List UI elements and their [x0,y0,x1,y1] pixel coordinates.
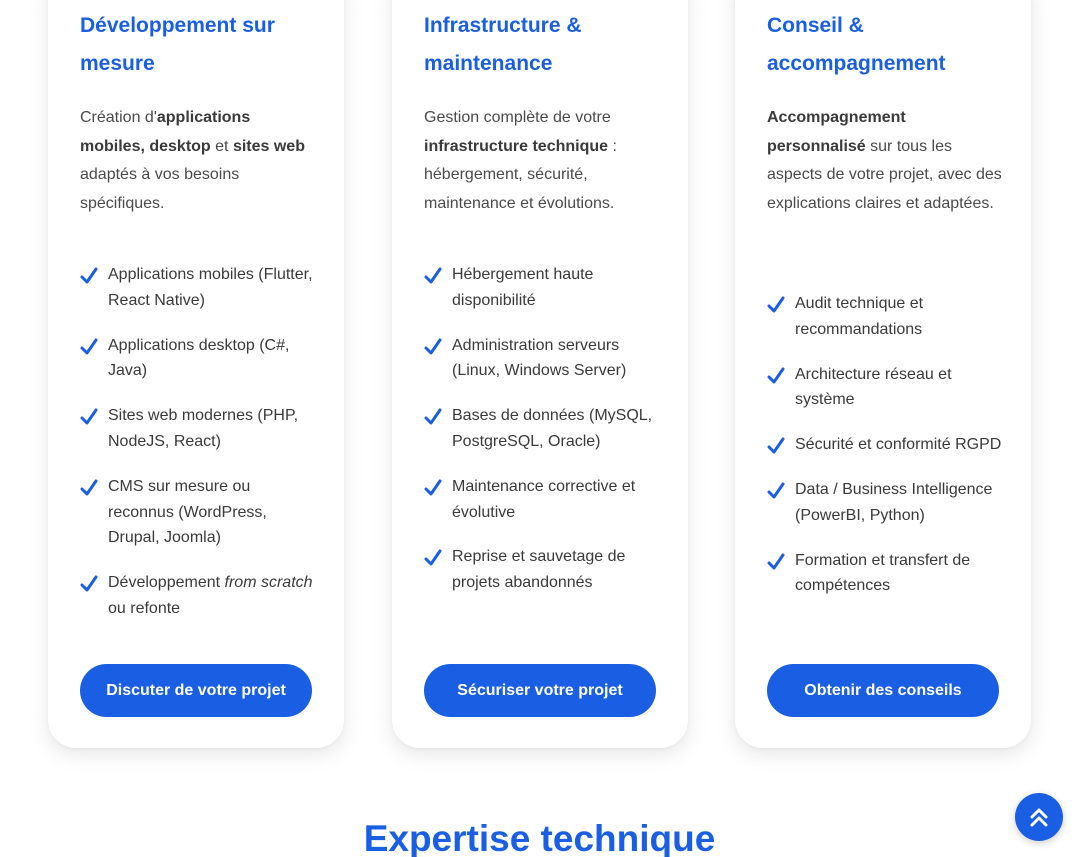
feature-list: Hébergement haute disponibilité Administ… [424,262,660,615]
check-icon [424,408,442,425]
feature-item: Administration serveurs (Linux, Windows … [424,333,660,385]
service-card-infrastructure: Infrastructure & maintenance Gestion com… [392,0,688,748]
check-icon [80,338,98,355]
secure-project-button[interactable]: Sécuriser votre projet [424,664,656,717]
feature-item: Sites web modernes (PHP, NodeJS, React) [80,403,316,455]
card-title: Conseil & accompagnement [767,14,946,75]
services-page: Développement sur mesure Création d'appl… [0,0,1079,857]
check-icon [767,367,785,384]
discuss-project-button[interactable]: Discuter de votre projet [80,664,312,717]
feature-list: Applications mobiles (Flutter, React Nat… [80,262,316,641]
check-icon [424,267,442,284]
feature-item: Applications mobiles (Flutter, React Nat… [80,262,316,314]
feature-item: Développement from scratch ou refonte [80,570,316,622]
check-icon [80,267,98,284]
card-description: Accompagnement personnalisé sur tous les… [767,109,1002,212]
check-icon [80,575,98,592]
scroll-to-top-button[interactable] [1015,793,1063,841]
service-card-development: Développement sur mesure Création d'appl… [48,0,344,748]
check-icon [80,479,98,496]
card-title: Développement sur mesure [80,14,275,75]
check-icon [767,437,785,454]
double-chevron-up-icon [1030,808,1048,827]
card-description: Création d'applications mobiles, desktop… [80,109,305,212]
feature-item: Applications desktop (C#, Java) [80,333,316,385]
feature-item: Maintenance corrective et évolutive [424,474,660,526]
get-advice-button[interactable]: Obtenir des conseils [767,664,999,717]
feature-item: CMS sur mesure ou reconnus (WordPress, D… [80,474,316,551]
check-icon [767,296,785,313]
feature-item: Bases de données (MySQL, PostgreSQL, Ora… [424,403,660,455]
feature-item: Formation et transfert de compétences [767,548,1003,600]
service-card-consulting: Conseil & accompagnement Accompagnement … [735,0,1031,748]
feature-list: Audit technique et recommandations Archi… [767,291,1003,618]
check-icon [424,549,442,566]
card-description: Gestion complète de votre infrastructure… [424,109,617,212]
check-icon [424,479,442,496]
check-icon [80,408,98,425]
feature-item: Audit technique et recommandations [767,291,1003,343]
check-icon [767,553,785,570]
feature-item: Sécurité et conformité RGPD [767,432,1003,458]
feature-item: Reprise et sauvetage de projets abandonn… [424,544,660,596]
feature-item: Data / Business Intelligence (PowerBI, P… [767,477,1003,529]
feature-item: Architecture réseau et système [767,362,1003,414]
card-title: Infrastructure & maintenance [424,14,582,75]
check-icon [767,482,785,499]
check-icon [424,338,442,355]
feature-item: Hébergement haute disponibilité [424,262,660,314]
section-title: Expertise technique [363,818,716,857]
